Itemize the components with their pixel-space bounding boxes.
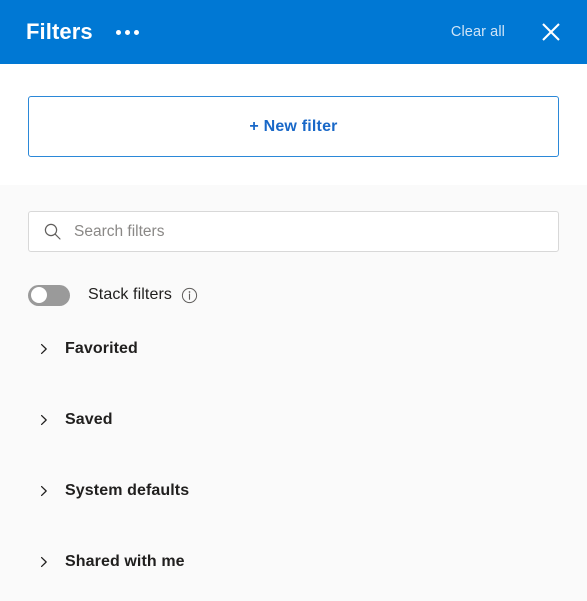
filter-group-label: Shared with me (65, 553, 185, 570)
stack-filters-toggle[interactable] (28, 284, 70, 306)
filter-group-label: System defaults (65, 482, 190, 499)
filter-group-label: Saved (65, 411, 113, 428)
filters-panel: Filters Clear all + New filter Search fi… (0, 0, 587, 601)
chevron-right-icon (36, 412, 52, 428)
chevron-right-icon (36, 554, 52, 570)
close-icon[interactable] (531, 12, 571, 52)
filter-group-favorited[interactable]: Favorited (28, 332, 559, 366)
filter-group-system-defaults[interactable]: System defaults (28, 474, 559, 508)
search-field[interactable] (28, 211, 559, 252)
filters-body: Stack filters Favorited (0, 185, 587, 601)
search-input[interactable] (74, 212, 548, 251)
info-icon[interactable] (181, 287, 198, 304)
stack-filters-row: Stack filters (28, 283, 559, 307)
page-title: Filters (26, 19, 93, 44)
ellipsis-dot (125, 29, 131, 35)
ellipsis-dot (134, 29, 140, 35)
filter-group-saved[interactable]: Saved (28, 403, 559, 437)
ellipsis-dot (116, 29, 122, 35)
chevron-right-icon (36, 483, 52, 499)
filter-group-shared-with-me[interactable]: Shared with me (28, 545, 559, 579)
filter-group-label: Favorited (65, 340, 138, 357)
stack-filters-label: Stack filters (88, 286, 172, 303)
new-filter-button[interactable]: + New filter (28, 96, 559, 157)
clear-all-button[interactable]: Clear all (451, 24, 505, 40)
filter-group-list: Favorited Saved System defaults Shared w… (28, 332, 559, 579)
ellipsis-icon[interactable] (111, 15, 145, 49)
toggle-knob (30, 287, 47, 303)
chevron-right-icon (36, 341, 52, 357)
new-filter-section: + New filter (0, 64, 587, 185)
search-icon (42, 222, 62, 242)
panel-header: Filters Clear all (0, 0, 587, 64)
